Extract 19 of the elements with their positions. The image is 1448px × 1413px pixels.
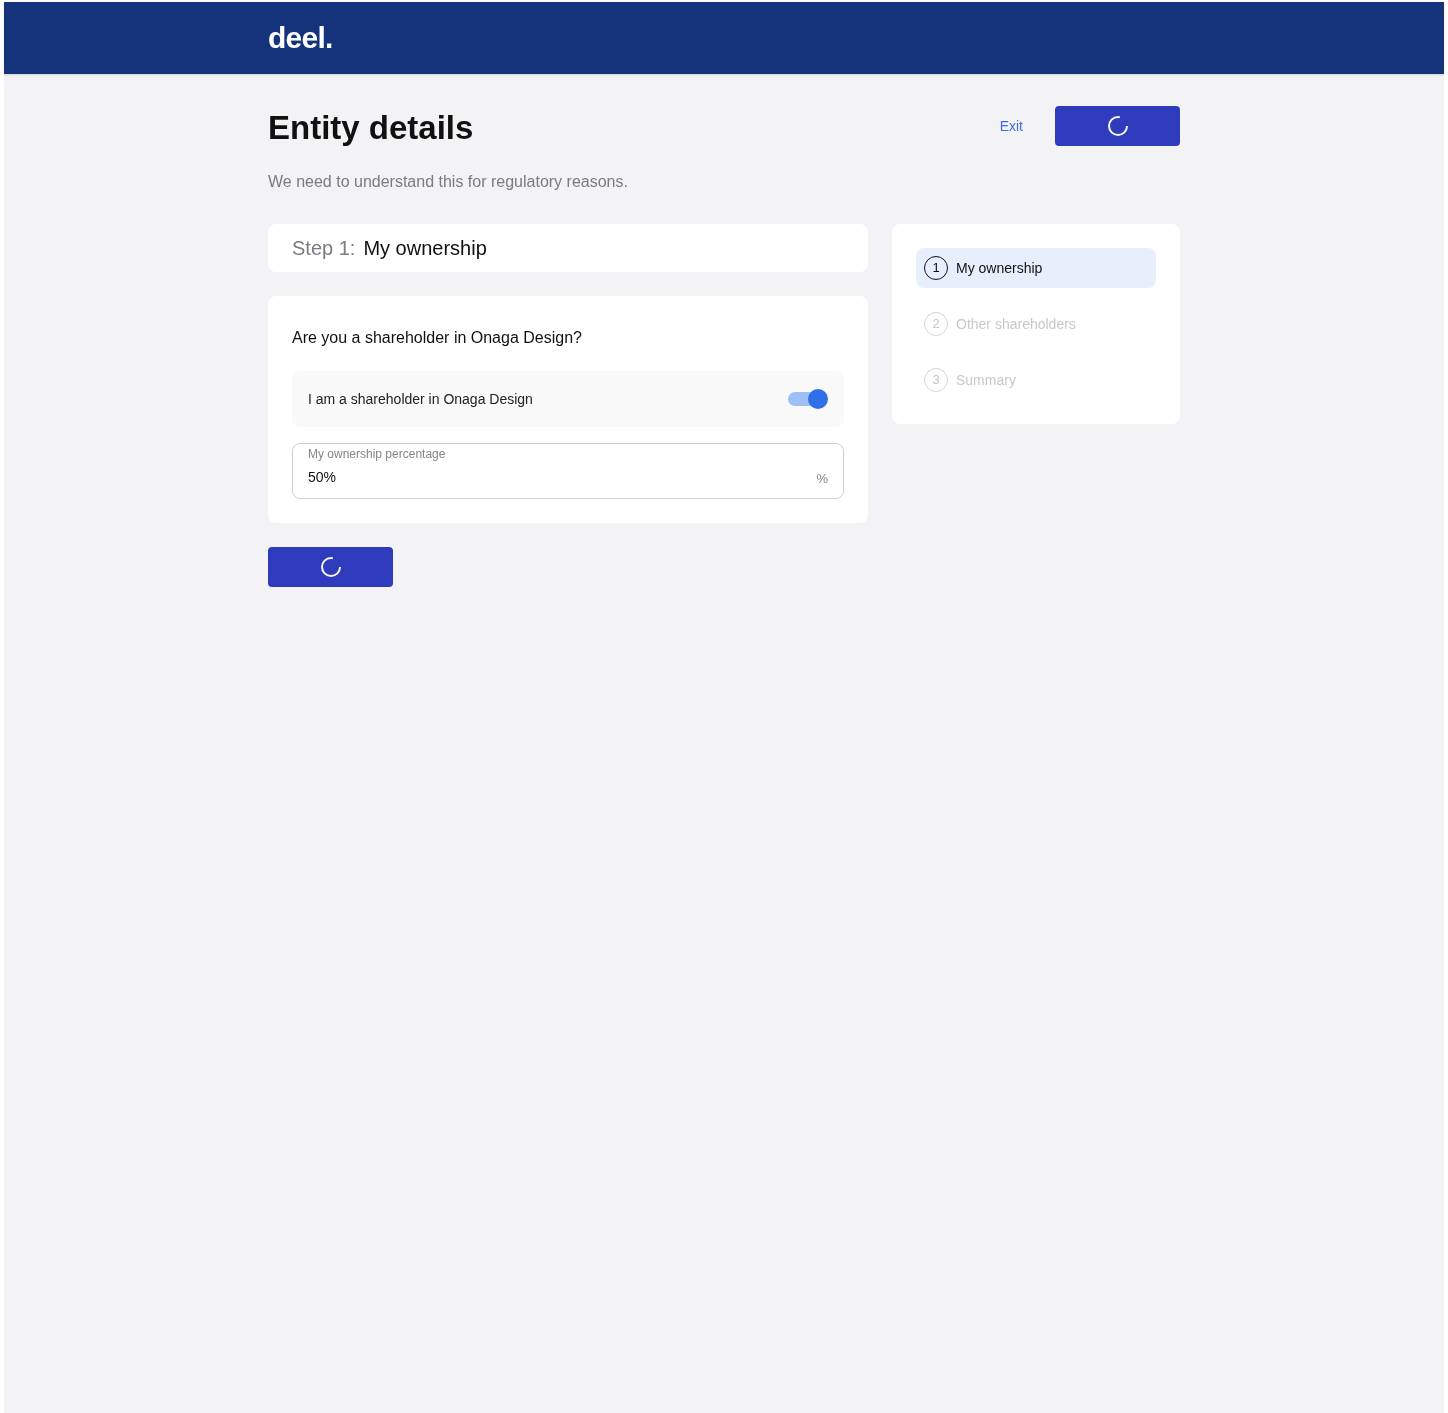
step-number: Step 1: <box>292 236 356 261</box>
field-label: My ownership percentage <box>308 446 446 463</box>
field-value: 50% <box>308 468 338 487</box>
page-title: Entity details <box>268 108 475 148</box>
percent-suffix: % <box>816 469 828 488</box>
ownership-field[interactable]: My ownership percentage 50% % <box>292 443 844 499</box>
loading-spinner-icon <box>319 556 342 578</box>
step-label: My ownership <box>956 258 1043 278</box>
toggle-switch[interactable] <box>788 389 828 409</box>
page-subtitle: We need to understand this for regulatory reasons. <box>268 172 628 192</box>
continue-button[interactable] <box>268 547 393 587</box>
save-button[interactable] <box>1055 106 1180 146</box>
toggle-label: I am a shareholder in Onaga Design <box>308 389 533 409</box>
step-title: My ownership <box>363 236 487 261</box>
loading-spinner-icon <box>1106 115 1129 137</box>
deel-logo[interactable]: deel. <box>268 23 333 53</box>
question-title: Are you a shareholder in Onaga Design? <box>292 328 583 348</box>
exit-link[interactable]: Exit <box>999 115 1023 137</box>
step-item[interactable]: 1 My ownership <box>916 248 1156 288</box>
